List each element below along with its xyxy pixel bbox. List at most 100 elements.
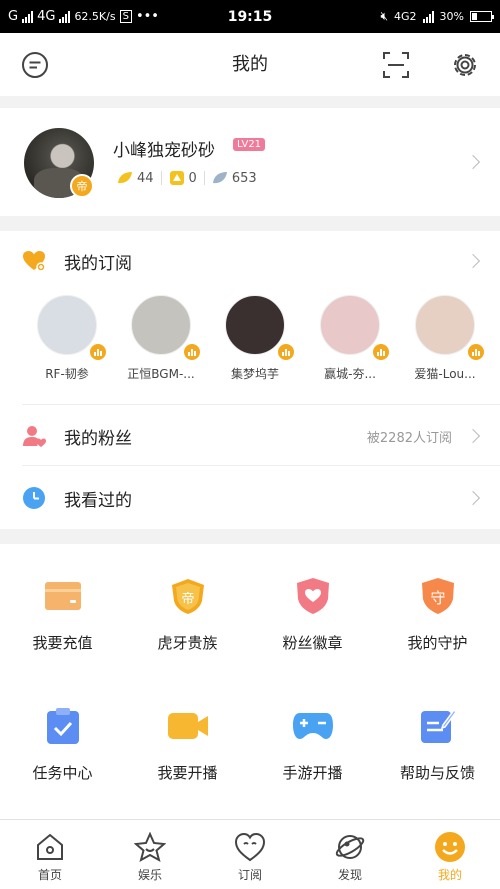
history-label: 我看过的 [64, 491, 132, 511]
anchor-name: 爱猫-Lou... [414, 367, 476, 381]
my-subscriptions-row[interactable]: 我的订阅 [0, 231, 500, 291]
mute-icon: 🔇︎ [380, 9, 389, 23]
home-icon [33, 830, 67, 864]
network-right-label: 4G2 [394, 10, 417, 23]
noble-button[interactable]: 帝 虎牙贵族 [125, 574, 250, 653]
anchor-avatar [131, 295, 191, 355]
video-camera-icon [166, 704, 210, 748]
live-indicator-icon [88, 342, 108, 362]
tab-entertainment-label: 娱乐 [137, 868, 162, 882]
mobile-game-live-label: 手游开播 [282, 764, 343, 782]
status-bar: G 4G 62.5K/s S ••• 19:15 🔇︎ 4G2 30% [0, 0, 500, 33]
fan-badge-button[interactable]: 粉丝徽章 [250, 574, 375, 653]
anchor-avatar [320, 295, 380, 355]
settings-gear-icon[interactable] [448, 48, 482, 82]
leaf-count: 44 [137, 170, 154, 186]
leaf-icon [118, 172, 132, 184]
s-badge-icon: S [119, 10, 132, 23]
anchor-list: RF-韧参 正恒BGM-... 集梦坞芋 赢城-夯... 爱猫-Lou... [0, 291, 500, 404]
tab-me-label: 我的 [437, 868, 462, 882]
anchor-avatar [415, 295, 475, 355]
tab-home[interactable]: 首页 [0, 820, 100, 889]
live-indicator-icon [182, 342, 202, 362]
tab-me[interactable]: 我的 [400, 820, 500, 889]
help-feedback-button[interactable]: 帮助与反馈 [375, 704, 500, 783]
noble-shield-icon: 帝 [166, 574, 210, 618]
my-fans-row[interactable]: 我的粉丝 被2282人订阅 [0, 406, 500, 466]
signal-icon-2 [59, 10, 71, 23]
chevron-right-icon [465, 253, 481, 269]
signal-icon-3 [422, 10, 434, 23]
feather-icon [212, 172, 227, 184]
task-center-button[interactable]: 任务中心 [0, 704, 125, 783]
anchor-item[interactable]: RF-韧参 [22, 295, 112, 382]
battery-icon [470, 11, 494, 22]
stat-feather: 653 [212, 171, 257, 186]
guard-label: 我的守护 [407, 634, 468, 652]
planet-icon [333, 830, 367, 864]
anchor-item[interactable]: 赢城-夯... [305, 295, 395, 382]
anchor-item[interactable]: 集梦坞芋 [210, 295, 300, 382]
tab-discover[interactable]: 发现 [300, 820, 400, 889]
gamepad-icon [291, 704, 335, 748]
chevron-right-icon [465, 490, 481, 506]
tab-subscriptions-label: 订阅 [237, 868, 262, 882]
start-live-label: 我要开播 [157, 764, 218, 782]
feedback-edit-icon [416, 704, 460, 748]
anchor-name: 赢城-夯... [324, 367, 376, 381]
tab-discover-label: 发现 [337, 868, 362, 882]
profile-stats: 44 0 653 [117, 170, 257, 186]
help-feedback-label: 帮助与反馈 [399, 764, 475, 782]
fan-badge-label: 粉丝徽章 [282, 634, 343, 652]
coin-count: 0 [188, 170, 197, 186]
emperor-badge-icon: 帝 [70, 174, 94, 198]
live-indicator-icon [466, 342, 486, 362]
username: 小峰独宠砂砂 [113, 141, 215, 161]
recharge-label: 我要充值 [32, 634, 93, 652]
top-header: 我的 [0, 33, 500, 96]
scan-icon[interactable] [379, 48, 413, 82]
guard-shield-icon: 守 [416, 574, 460, 618]
anchor-item[interactable]: 正恒BGM-... [116, 295, 206, 382]
fans-label: 我的粉丝 [64, 429, 132, 449]
tab-home-label: 首页 [37, 868, 62, 882]
anchor-name: 集梦坞芋 [230, 367, 279, 381]
signal-icon [22, 10, 34, 23]
stat-leaf: 44 [117, 171, 154, 186]
feather-count: 653 [231, 170, 257, 186]
tab-subscriptions[interactable]: 订阅 [200, 820, 300, 889]
battery-percent: 30% [439, 10, 464, 23]
recharge-button[interactable]: 我要充值 [0, 574, 125, 653]
start-live-button[interactable]: 我要开播 [125, 704, 250, 783]
guard-button[interactable]: 守 我的守护 [375, 574, 500, 653]
feature-grid: 我要充值 帝 虎牙贵族 粉丝徽章 守 我的守护 任务中心 我要开播 手游开播 帮… [0, 544, 500, 819]
subscriptions-label: 我的订阅 [64, 254, 132, 274]
clock-icon [23, 487, 45, 509]
chevron-right-icon [465, 428, 481, 444]
live-indicator-icon [371, 342, 391, 362]
live-indicator-icon [276, 342, 296, 362]
task-clipboard-icon [41, 704, 85, 748]
more-dots: ••• [135, 9, 159, 24]
mobile-game-live-button[interactable]: 手游开播 [250, 704, 375, 783]
network-label: 4G [37, 9, 56, 24]
chevron-right-icon [465, 154, 481, 170]
profile-card[interactable]: 帝 小峰独宠砂砂 LV21 44 0 653 [0, 108, 500, 216]
coin-icon [169, 171, 184, 185]
svg-text:帝: 帝 [181, 591, 194, 607]
page-title: 我的 [232, 54, 268, 75]
wallet-icon [41, 574, 85, 618]
svg-text:守: 守 [430, 589, 445, 607]
subscribe-section: 我的订阅 RF-韧参 正恒BGM-... 集梦坞芋 赢城-夯... 爱猫-Lou… [0, 231, 500, 529]
stat-coin: 0 [169, 170, 197, 186]
anchor-avatar [37, 295, 97, 355]
anchor-name: RF-韧参 [45, 367, 89, 381]
history-row[interactable]: 我看过的 [0, 468, 500, 528]
net-speed: 62.5K/s [74, 10, 116, 23]
star-icon [133, 830, 167, 864]
task-center-label: 任务中心 [32, 764, 93, 782]
noble-label: 虎牙贵族 [157, 634, 218, 652]
subscriber-count: 被2282人订阅 [366, 431, 452, 446]
anchor-item[interactable]: 爱猫-Lou... [400, 295, 490, 382]
tab-entertainment[interactable]: 娱乐 [100, 820, 200, 889]
